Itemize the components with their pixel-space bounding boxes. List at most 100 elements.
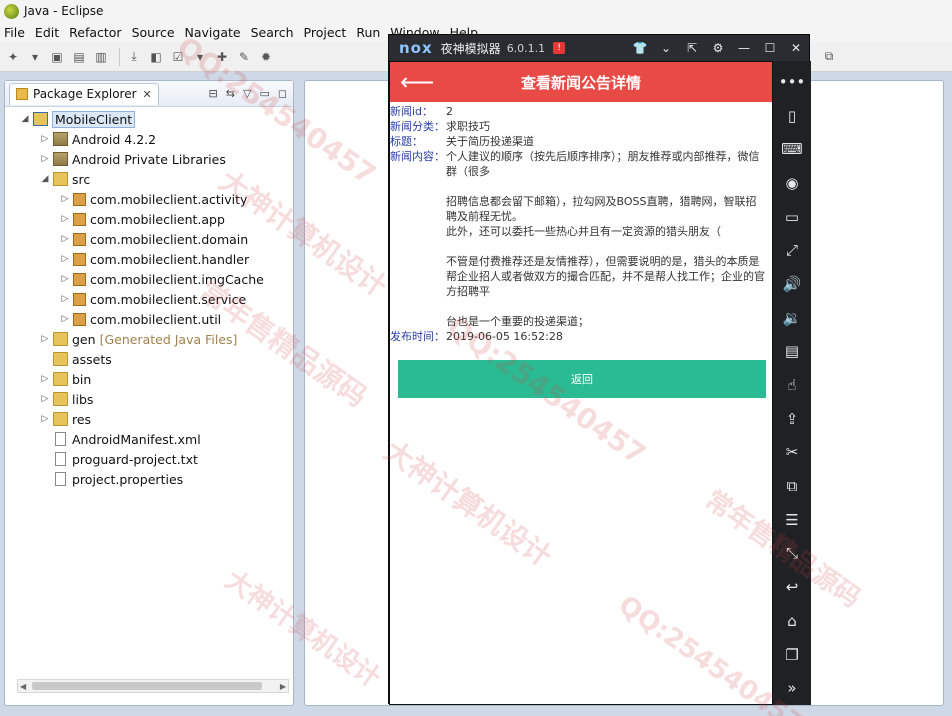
collapse-all-icon[interactable]: ⊟	[209, 87, 218, 100]
tree-row[interactable]: AndroidManifest.xml	[5, 429, 293, 449]
expand-icon[interactable]: »	[778, 671, 806, 705]
menu-refactor[interactable]: Refactor	[69, 25, 121, 40]
multi-window-icon[interactable]: ⧉	[778, 469, 806, 503]
screen-icon[interactable]: ▭	[778, 200, 806, 234]
menu-search[interactable]: Search	[251, 25, 294, 40]
pkg-icon	[73, 292, 86, 306]
tree-row[interactable]: ◢ src	[5, 169, 293, 189]
close-icon[interactable]: ✕	[783, 41, 809, 55]
expand-twisty-icon[interactable]: ▷	[59, 234, 71, 244]
minimize-icon[interactable]: —	[731, 41, 757, 55]
tree-row[interactable]: proguard-project.txt	[5, 449, 293, 469]
keyboard-icon[interactable]: ⌨	[778, 132, 806, 166]
tree-row[interactable]: project.properties	[5, 469, 293, 489]
recent-apps-icon[interactable]: ❐	[778, 638, 806, 672]
new-icon[interactable]: ✦	[4, 48, 22, 66]
view-menu-icon[interactable]: ▽	[243, 87, 251, 100]
tree-row[interactable]: ▷ com.mobileclient.handler	[5, 249, 293, 269]
back-arrow-icon[interactable]: ⟵	[400, 70, 434, 94]
expand-twisty-icon[interactable]: ▷	[59, 254, 71, 264]
tab-package-explorer[interactable]: Package Explorer ✕	[9, 82, 159, 105]
more-icon[interactable]: •••	[778, 65, 806, 99]
resize-icon[interactable]: ⤡	[778, 537, 806, 571]
maximize-icon[interactable]: ◻	[278, 87, 287, 100]
expand-twisty-icon[interactable]: ▷	[39, 374, 51, 384]
save-icon[interactable]: ▣	[48, 48, 66, 66]
expand-twisty-icon[interactable]: ▷	[39, 134, 51, 144]
expand-twisty-icon[interactable]: ▷	[59, 214, 71, 224]
toolbox-icon[interactable]: ▤	[778, 335, 806, 369]
close-icon[interactable]: ✕	[143, 88, 152, 101]
tree-row[interactable]: ▷ com.mobileclient.imgCache	[5, 269, 293, 289]
scroll-left-icon[interactable]: ◀	[20, 682, 26, 691]
maximize-icon[interactable]: ☐	[757, 41, 783, 55]
expand-twisty-icon[interactable]: ◢	[19, 114, 31, 124]
volume-down-icon[interactable]: 🔉	[778, 301, 806, 335]
expand-twisty-icon[interactable]: ▷	[39, 414, 51, 424]
menu-edit[interactable]: Edit	[35, 25, 59, 40]
chevron-down-icon[interactable]: ⌄	[653, 41, 679, 55]
menu-navigate[interactable]: Navigate	[185, 25, 241, 40]
menu-project[interactable]: Project	[304, 25, 347, 40]
apk-icon[interactable]: ⇪	[778, 402, 806, 436]
expand-twisty-icon[interactable]: ▷	[39, 394, 51, 404]
phone-screen: ⟵ 查看新闻公告详情 新闻id： 2 新闻分类： 求职技巧 标题： 关于简历投递…	[389, 61, 773, 705]
tree-row[interactable]: ▷ res	[5, 409, 293, 429]
tree-row[interactable]: ▷ Android Private Libraries	[5, 149, 293, 169]
menu-run[interactable]: Run	[356, 25, 380, 40]
tree-item-label: com.mobileclient.handler	[90, 251, 250, 267]
menu-icon[interactable]: ☰	[778, 503, 806, 537]
tree-row[interactable]: ▷ Android 4.2.2	[5, 129, 293, 149]
tree-row[interactable]: ▷ com.mobileclient.domain	[5, 229, 293, 249]
home-icon[interactable]: ⌂	[778, 604, 806, 638]
pin-icon[interactable]: ⇱	[679, 41, 705, 55]
tree-row[interactable]: ▷ gen [Generated Java Files]	[5, 329, 293, 349]
scissors-icon[interactable]: ✂	[778, 436, 806, 470]
print-icon[interactable]: ▥	[92, 48, 110, 66]
tree-row-project[interactable]: ◢ MobileClient	[5, 109, 293, 129]
dropdown-icon[interactable]: ▾	[26, 48, 44, 66]
category-label: 新闻分类：	[390, 120, 445, 133]
menu-file[interactable]: File	[4, 25, 25, 40]
tool-icon[interactable]: ✎	[235, 48, 253, 66]
expand-twisty-icon[interactable]: ◢	[39, 174, 51, 184]
scroll-right-icon[interactable]: ▶	[280, 682, 286, 691]
fullscreen-icon[interactable]: ⤢	[778, 233, 806, 267]
gear-icon[interactable]: ⚙	[705, 41, 731, 55]
horizontal-scrollbar[interactable]: ◀ ▶	[17, 679, 289, 693]
link-editor-icon[interactable]: ⇆	[226, 87, 235, 100]
tree-row[interactable]: ▷ com.mobileclient.app	[5, 209, 293, 229]
back-icon[interactable]: ↩	[778, 570, 806, 604]
expand-twisty-icon[interactable]: ▷	[59, 194, 71, 204]
expand-twisty-icon[interactable]: ▷	[59, 274, 71, 284]
expand-twisty-icon[interactable]: ▷	[59, 314, 71, 324]
save-all-icon[interactable]: ▤	[70, 48, 88, 66]
return-button[interactable]: 返回	[398, 360, 766, 398]
download-icon[interactable]: ⤓	[125, 48, 143, 66]
tree-row[interactable]: ▷ com.mobileclient.service	[5, 289, 293, 309]
minimize-icon[interactable]: ▭	[259, 87, 269, 100]
tree-row[interactable]: ▷ libs	[5, 389, 293, 409]
phone-icon[interactable]: ▯	[778, 99, 806, 133]
expand-twisty-icon[interactable]: ▷	[59, 294, 71, 304]
android-icon[interactable]: ◧	[147, 48, 165, 66]
expand-twisty-icon[interactable]: ▷	[39, 154, 51, 164]
expand-twisty-icon[interactable]: ▷	[39, 334, 51, 344]
tree-row[interactable]: ▷ com.mobileclient.util	[5, 309, 293, 329]
scrollbar-thumb[interactable]	[32, 682, 262, 690]
location-icon[interactable]: ◉	[778, 166, 806, 200]
volume-up-icon[interactable]: 🔊	[778, 267, 806, 301]
alert-icon[interactable]: !	[553, 42, 566, 54]
open-perspective-icon[interactable]: ⧉	[820, 48, 838, 66]
shirt-icon[interactable]: 👕	[627, 41, 653, 55]
tree-row[interactable]: ▷ bin	[5, 369, 293, 389]
tree-row[interactable]: assets	[5, 349, 293, 369]
tree-row[interactable]: ▷ com.mobileclient.activity	[5, 189, 293, 209]
new-class-icon[interactable]: ✚	[213, 48, 231, 66]
nox-logo: nox	[399, 39, 433, 57]
menu-source[interactable]: Source	[132, 25, 175, 40]
check-icon[interactable]: ☑	[169, 48, 187, 66]
dropdown-icon[interactable]: ▾	[191, 48, 209, 66]
debug-icon[interactable]: ✹	[257, 48, 275, 66]
touch-icon[interactable]: ☝	[778, 368, 806, 402]
